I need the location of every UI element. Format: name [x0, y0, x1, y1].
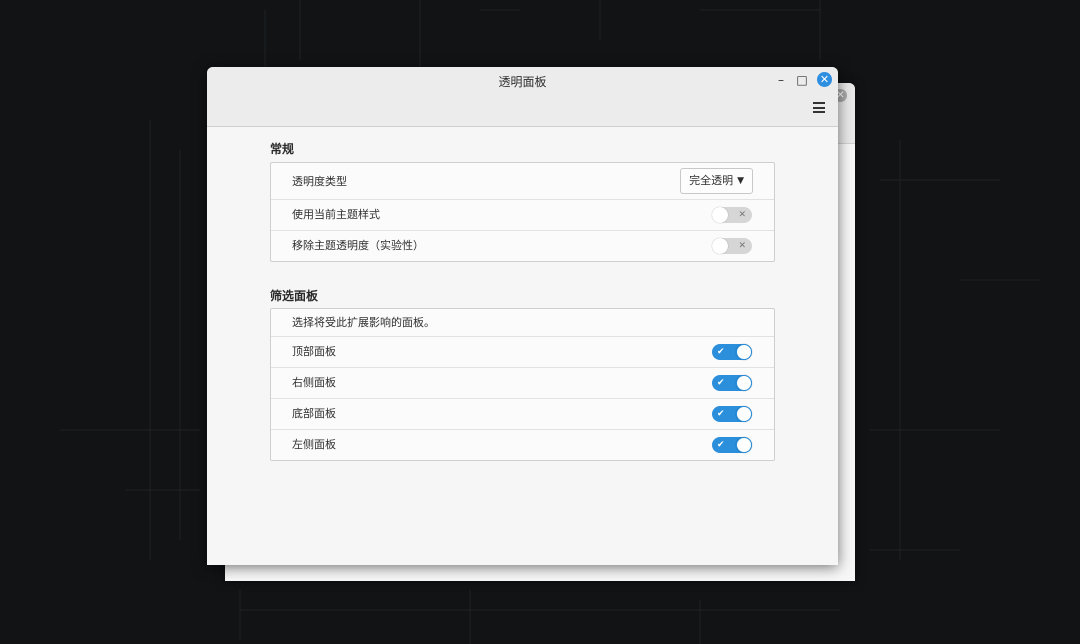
- opacity-type-value: 完全透明: [689, 174, 734, 187]
- filter-panels-group: 选择将受此扩展影响的面板。 顶部面板 ✔ 右侧面板 ✔ 底部面板 ✔ 左侧面板 …: [270, 308, 775, 461]
- checkmark-icon: ✔: [717, 347, 725, 357]
- remove-theme-opacity-toggle[interactable]: ✕: [712, 238, 752, 254]
- menu-line: [813, 102, 825, 104]
- titlebar[interactable]: 透明面板 – □ ✕: [207, 67, 838, 127]
- minimize-button[interactable]: –: [772, 71, 790, 89]
- opacity-type-label: 透明度类型: [292, 175, 347, 188]
- menu-line: [813, 106, 825, 109]
- section-title-general: 常规: [270, 142, 295, 156]
- toggle-knob: [712, 207, 728, 223]
- close-button[interactable]: ✕: [817, 72, 832, 87]
- toggle-knob: [736, 437, 752, 453]
- bottom-panel-row: 底部面板 ✔: [271, 399, 774, 430]
- filter-description-row: 选择将受此扩展影响的面板。: [271, 309, 774, 337]
- right-panel-toggle[interactable]: ✔: [712, 375, 752, 391]
- top-panel-label: 顶部面板: [292, 345, 336, 358]
- top-panel-row: 顶部面板 ✔: [271, 337, 774, 368]
- hamburger-menu-icon[interactable]: [813, 102, 825, 113]
- right-panel-label: 右侧面板: [292, 376, 336, 389]
- left-panel-row: 左侧面板 ✔: [271, 430, 774, 460]
- use-theme-style-row: 使用当前主题样式 ✕: [271, 200, 774, 231]
- left-panel-label: 左侧面板: [292, 438, 336, 451]
- opacity-type-row: 透明度类型 完全透明 ▼: [271, 163, 774, 200]
- menu-line: [813, 111, 825, 113]
- toggle-off-icon: ✕: [738, 210, 746, 220]
- toggle-knob: [736, 406, 752, 422]
- checkmark-icon: ✔: [717, 440, 725, 450]
- toggle-off-icon: ✕: [738, 241, 746, 251]
- maximize-button[interactable]: □: [793, 71, 811, 89]
- remove-theme-opacity-row: 移除主题透明度（实验性） ✕: [271, 231, 774, 261]
- filter-description-text: 选择将受此扩展影响的面板。: [292, 316, 435, 329]
- toggle-knob: [712, 238, 728, 254]
- dropdown-arrow-icon: ▼: [737, 176, 744, 186]
- toggle-knob: [736, 375, 752, 391]
- bottom-panel-toggle[interactable]: ✔: [712, 406, 752, 422]
- transparent-panels-window: 透明面板 – □ ✕ 常规 透明度类型 完全透明 ▼ 使用当前主题样式 ✕ 移除…: [207, 67, 838, 565]
- checkmark-icon: ✔: [717, 378, 725, 388]
- left-panel-toggle[interactable]: ✔: [712, 437, 752, 453]
- opacity-type-dropdown[interactable]: 完全透明 ▼: [680, 168, 753, 194]
- general-settings-group: 透明度类型 完全透明 ▼ 使用当前主题样式 ✕ 移除主题透明度（实验性） ✕: [270, 162, 775, 262]
- use-theme-style-toggle[interactable]: ✕: [712, 207, 752, 223]
- remove-theme-opacity-label: 移除主题透明度（实验性）: [292, 239, 424, 252]
- bottom-panel-label: 底部面板: [292, 407, 336, 420]
- use-theme-style-label: 使用当前主题样式: [292, 208, 380, 221]
- checkmark-icon: ✔: [717, 409, 725, 419]
- window-title: 透明面板: [498, 75, 547, 89]
- top-panel-toggle[interactable]: ✔: [712, 344, 752, 360]
- right-panel-row: 右侧面板 ✔: [271, 368, 774, 399]
- desktop: ✕ 透明面板 – □ ✕ 常规 透明度类型 完全透明 ▼ 使用当前主题样式 ✕ …: [0, 0, 1080, 644]
- section-title-filter-panels: 筛选面板: [270, 289, 319, 303]
- toggle-knob: [736, 344, 752, 360]
